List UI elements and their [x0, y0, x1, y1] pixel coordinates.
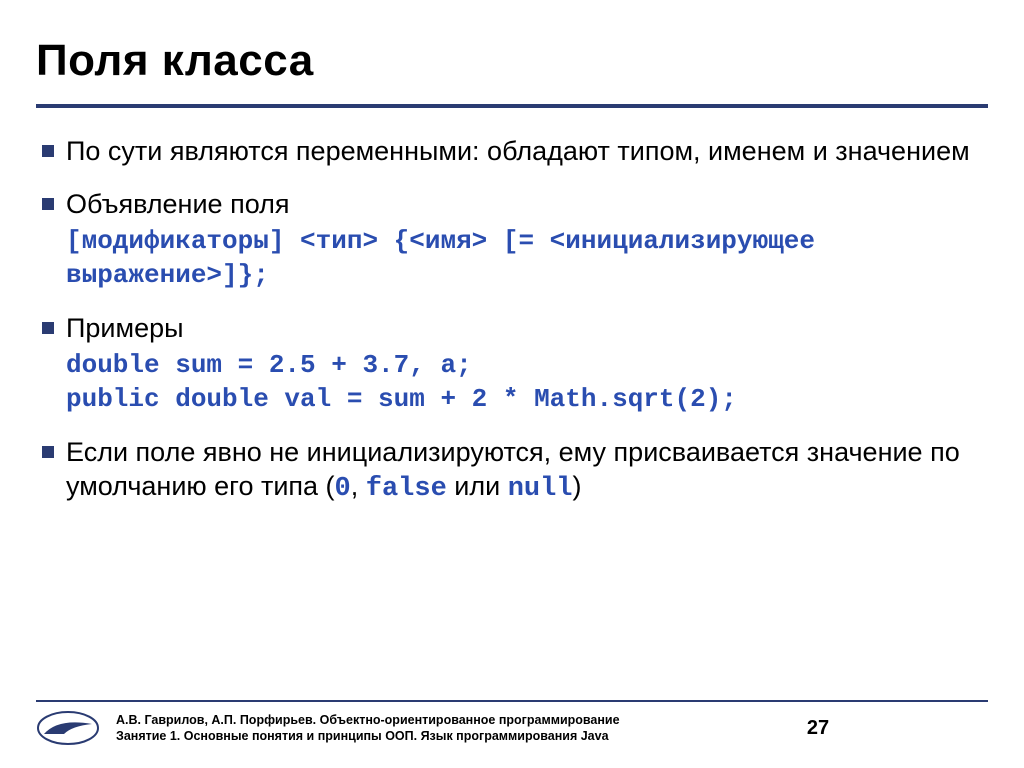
- content-area: По сути являются переменными: обладают т…: [36, 134, 988, 507]
- code-inline: 0: [335, 474, 351, 504]
- footer-text: А.В. Гаврилов, А.П. Порфирьев. Объектно-…: [116, 712, 772, 745]
- footer-row: А.В. Гаврилов, А.П. Порфирьев. Объектно-…: [36, 710, 988, 746]
- bullet-text: ): [573, 471, 582, 501]
- bullet-text: Объявление поля: [66, 189, 290, 219]
- divider-top: [36, 104, 988, 108]
- bullet-item: По сути являются переменными: обладают т…: [38, 134, 988, 169]
- footer-line2: Занятие 1. Основные понятия и принципы О…: [116, 728, 772, 744]
- code-block: double sum = 2.5 + 3.7, a;public double …: [66, 349, 988, 417]
- bullet-item: Примеры double sum = 2.5 + 3.7, a;public…: [38, 311, 988, 417]
- bullet-text: ,: [351, 471, 366, 501]
- slide-title: Поля класса: [36, 36, 988, 86]
- page-number: 27: [788, 717, 848, 740]
- bullet-text: или: [447, 471, 508, 501]
- slide: Поля класса По сути являются переменными…: [0, 0, 1024, 768]
- bullet-item: Если поле явно не инициализируются, ему …: [38, 435, 988, 507]
- bullet-text: По сути являются переменными: обладают т…: [66, 136, 970, 166]
- code-block: [модификаторы] <тип> {<имя> [= <инициали…: [66, 225, 988, 293]
- bullet-list: По сути являются переменными: обладают т…: [38, 134, 988, 507]
- footer: А.В. Гаврилов, А.П. Порфирьев. Объектно-…: [0, 700, 1024, 746]
- code-inline: false: [366, 474, 447, 504]
- code-inline: null: [508, 474, 573, 504]
- footer-line1: А.В. Гаврилов, А.П. Порфирьев. Объектно-…: [116, 712, 772, 728]
- logo-icon: [36, 710, 100, 746]
- bullet-text: Примеры: [66, 313, 184, 343]
- divider-bottom: [36, 700, 988, 702]
- bullet-item: Объявление поля [модификаторы] <тип> {<и…: [38, 187, 988, 293]
